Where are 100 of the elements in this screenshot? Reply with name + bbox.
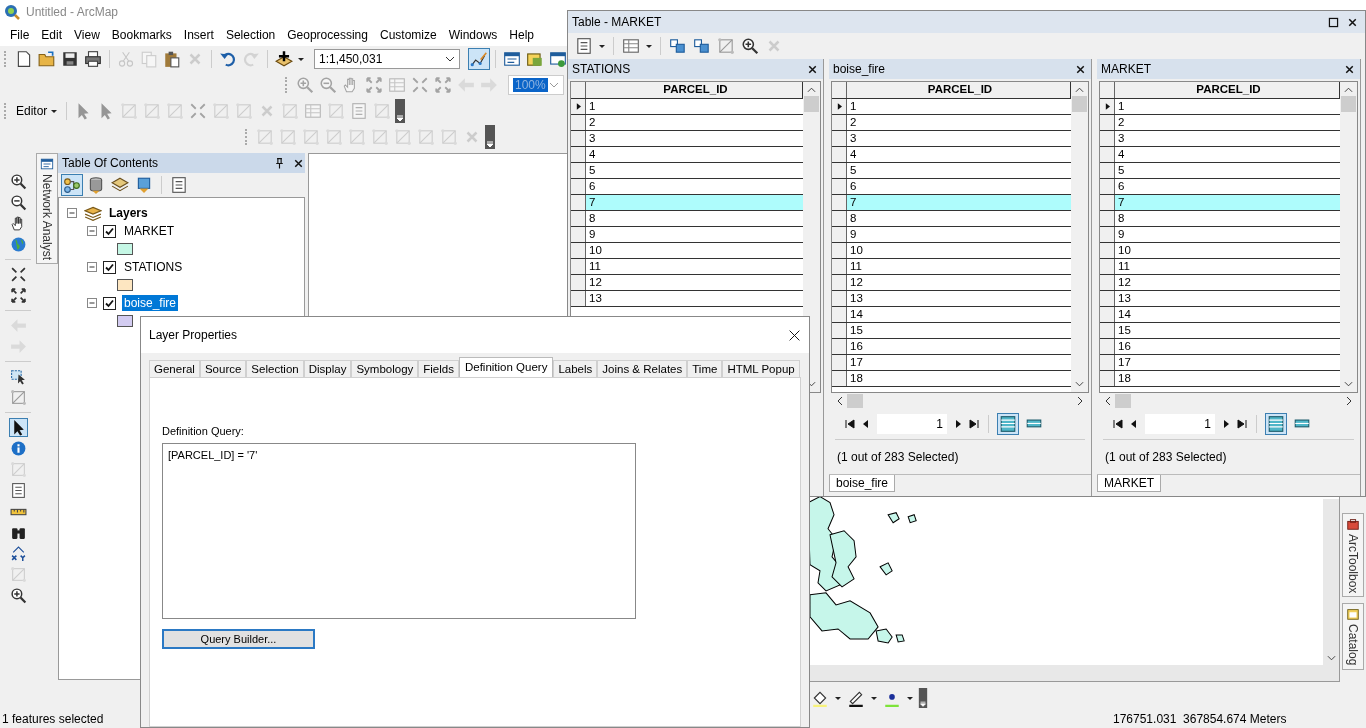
menu-item[interactable]: Help [503, 28, 541, 42]
row-selector[interactable] [1100, 99, 1115, 114]
dialog-tab[interactable]: Display [303, 360, 352, 377]
dialog-tab[interactable]: Symbology [351, 360, 419, 377]
menu-item[interactable]: File [4, 28, 36, 42]
last-record-icon[interactable] [1237, 419, 1247, 429]
scroll-left-icon[interactable] [1105, 396, 1111, 406]
layer-name[interactable]: STATIONS [122, 259, 185, 275]
window-globe-icon[interactable] [548, 49, 568, 69]
dialog-tab[interactable]: Time [687, 360, 723, 377]
menu-item[interactable]: Windows [442, 28, 504, 42]
zoom-to-selected-icon[interactable] [740, 36, 760, 56]
dialog-tab[interactable]: Labels [553, 360, 598, 377]
select-by-attributes-icon[interactable] [668, 36, 688, 56]
scroll-down-icon[interactable] [1075, 381, 1084, 387]
caret-icon[interactable] [598, 42, 606, 50]
dialog-tab[interactable]: Fields [418, 360, 459, 377]
layer-name[interactable]: MARKET [122, 223, 176, 239]
side-tab[interactable]: Network Analyst [36, 153, 58, 265]
row-selector[interactable] [571, 99, 586, 114]
menu-item[interactable]: View [68, 28, 106, 42]
fixed-zoom-in-icon[interactable] [9, 266, 27, 283]
collapse-icon[interactable] [67, 208, 77, 218]
checkbox[interactable] [103, 224, 116, 238]
close-icon[interactable] [788, 328, 801, 342]
editor-menu[interactable]: Editor [14, 104, 61, 118]
printer-icon[interactable] [83, 49, 103, 69]
record-field[interactable]: 1 [1145, 414, 1215, 434]
checkbox[interactable] [103, 260, 116, 274]
editor-toolbar-icon[interactable] [469, 49, 489, 69]
options-icon[interactable] [169, 175, 189, 195]
vertical-scrollbar[interactable] [1071, 82, 1088, 392]
layer-group-label[interactable]: Layers [109, 206, 148, 220]
list-by-drawing-order-icon[interactable] [62, 175, 82, 195]
maximize-icon[interactable] [1327, 15, 1340, 29]
menu-item[interactable]: Insert [177, 28, 220, 42]
menu-item[interactable]: Bookmarks [105, 28, 178, 42]
menu-item[interactable]: Edit [35, 28, 69, 42]
menu-item[interactable]: Geoprocessing [281, 28, 374, 42]
add-data-icon[interactable] [274, 49, 294, 69]
row-selector[interactable] [832, 99, 847, 114]
scroll-left-icon[interactable] [837, 396, 843, 406]
go-to-xy-icon[interactable] [9, 545, 27, 562]
time-slider-icon[interactable] [9, 566, 27, 583]
show-all-records-icon[interactable] [1266, 414, 1286, 434]
previous-record-icon[interactable] [861, 419, 871, 429]
vertical-scrollbar[interactable] [1323, 499, 1339, 665]
table-tab[interactable]: boise_fire [829, 475, 896, 492]
query-builder-button[interactable]: Query Builder... [162, 629, 315, 649]
record-field[interactable]: 1 [877, 414, 947, 434]
checkbox[interactable] [103, 296, 116, 310]
related-tables-icon[interactable] [621, 36, 641, 56]
dialog-tab[interactable]: Joins & Relates [597, 360, 688, 377]
fixed-zoom-out-icon[interactable] [9, 287, 27, 304]
table-options-icon[interactable] [574, 36, 594, 56]
scroll-thumb[interactable] [804, 96, 819, 112]
pointer-icon[interactable] [9, 419, 27, 436]
scroll-up-icon[interactable] [1075, 87, 1084, 93]
dialog-tab[interactable]: General [149, 360, 200, 377]
window-icon[interactable] [502, 49, 522, 69]
zoom-in-icon[interactable] [9, 173, 27, 190]
switch-selection-icon[interactable] [692, 36, 712, 56]
scale-dropdown[interactable]: 1:1,450,031 [314, 49, 460, 69]
scroll-down-icon[interactable] [1344, 381, 1353, 387]
clipboard-icon[interactable] [162, 49, 182, 69]
dialog-tab[interactable]: Definition Query [458, 357, 554, 377]
caret-icon[interactable] [645, 42, 653, 50]
scroll-up-icon[interactable] [1344, 87, 1353, 93]
caret-icon[interactable] [870, 694, 878, 702]
table-tab[interactable]: MARKET [1097, 475, 1161, 492]
caret-icon[interactable] [906, 694, 914, 702]
caret-icon[interactable] [297, 55, 305, 63]
chevron-down-icon[interactable] [445, 56, 455, 62]
previous-record-icon[interactable] [1129, 419, 1139, 429]
open-folder-icon[interactable] [37, 49, 57, 69]
dialog-tab[interactable]: HTML Popup [722, 360, 800, 377]
save-icon[interactable] [60, 49, 80, 69]
side-tab[interactable]: Catalog [1342, 603, 1364, 670]
caret-icon[interactable] [834, 694, 842, 702]
side-tab[interactable]: ArcToolbox [1342, 513, 1364, 598]
collapse-icon[interactable] [87, 226, 97, 236]
layer-name[interactable]: boise_fire [122, 295, 179, 311]
zoom-out-icon[interactable] [9, 194, 27, 211]
toolbar-options-icon[interactable] [918, 688, 928, 708]
scroll-right-icon[interactable] [1077, 396, 1083, 406]
scroll-thumb[interactable] [1341, 96, 1356, 112]
show-all-records-icon[interactable] [998, 414, 1018, 434]
select-features-icon[interactable] [9, 368, 27, 385]
dialog-tab[interactable]: Selection [246, 360, 304, 377]
html-popup-icon[interactable] [9, 482, 27, 499]
dialog-tab[interactable]: Source [199, 360, 247, 377]
definition-query-field[interactable]: [PARCEL_ID] = '7' [162, 443, 636, 619]
collapse-icon[interactable] [87, 262, 97, 272]
next-record-icon[interactable] [953, 419, 963, 429]
toolbar-options-icon[interactable] [395, 99, 406, 123]
first-record-icon[interactable] [845, 419, 855, 429]
scroll-right-icon[interactable] [1346, 396, 1352, 406]
scroll-thumb[interactable] [1072, 96, 1087, 112]
menu-item[interactable]: Selection [219, 28, 282, 42]
scroll-down-icon[interactable] [1326, 655, 1336, 661]
